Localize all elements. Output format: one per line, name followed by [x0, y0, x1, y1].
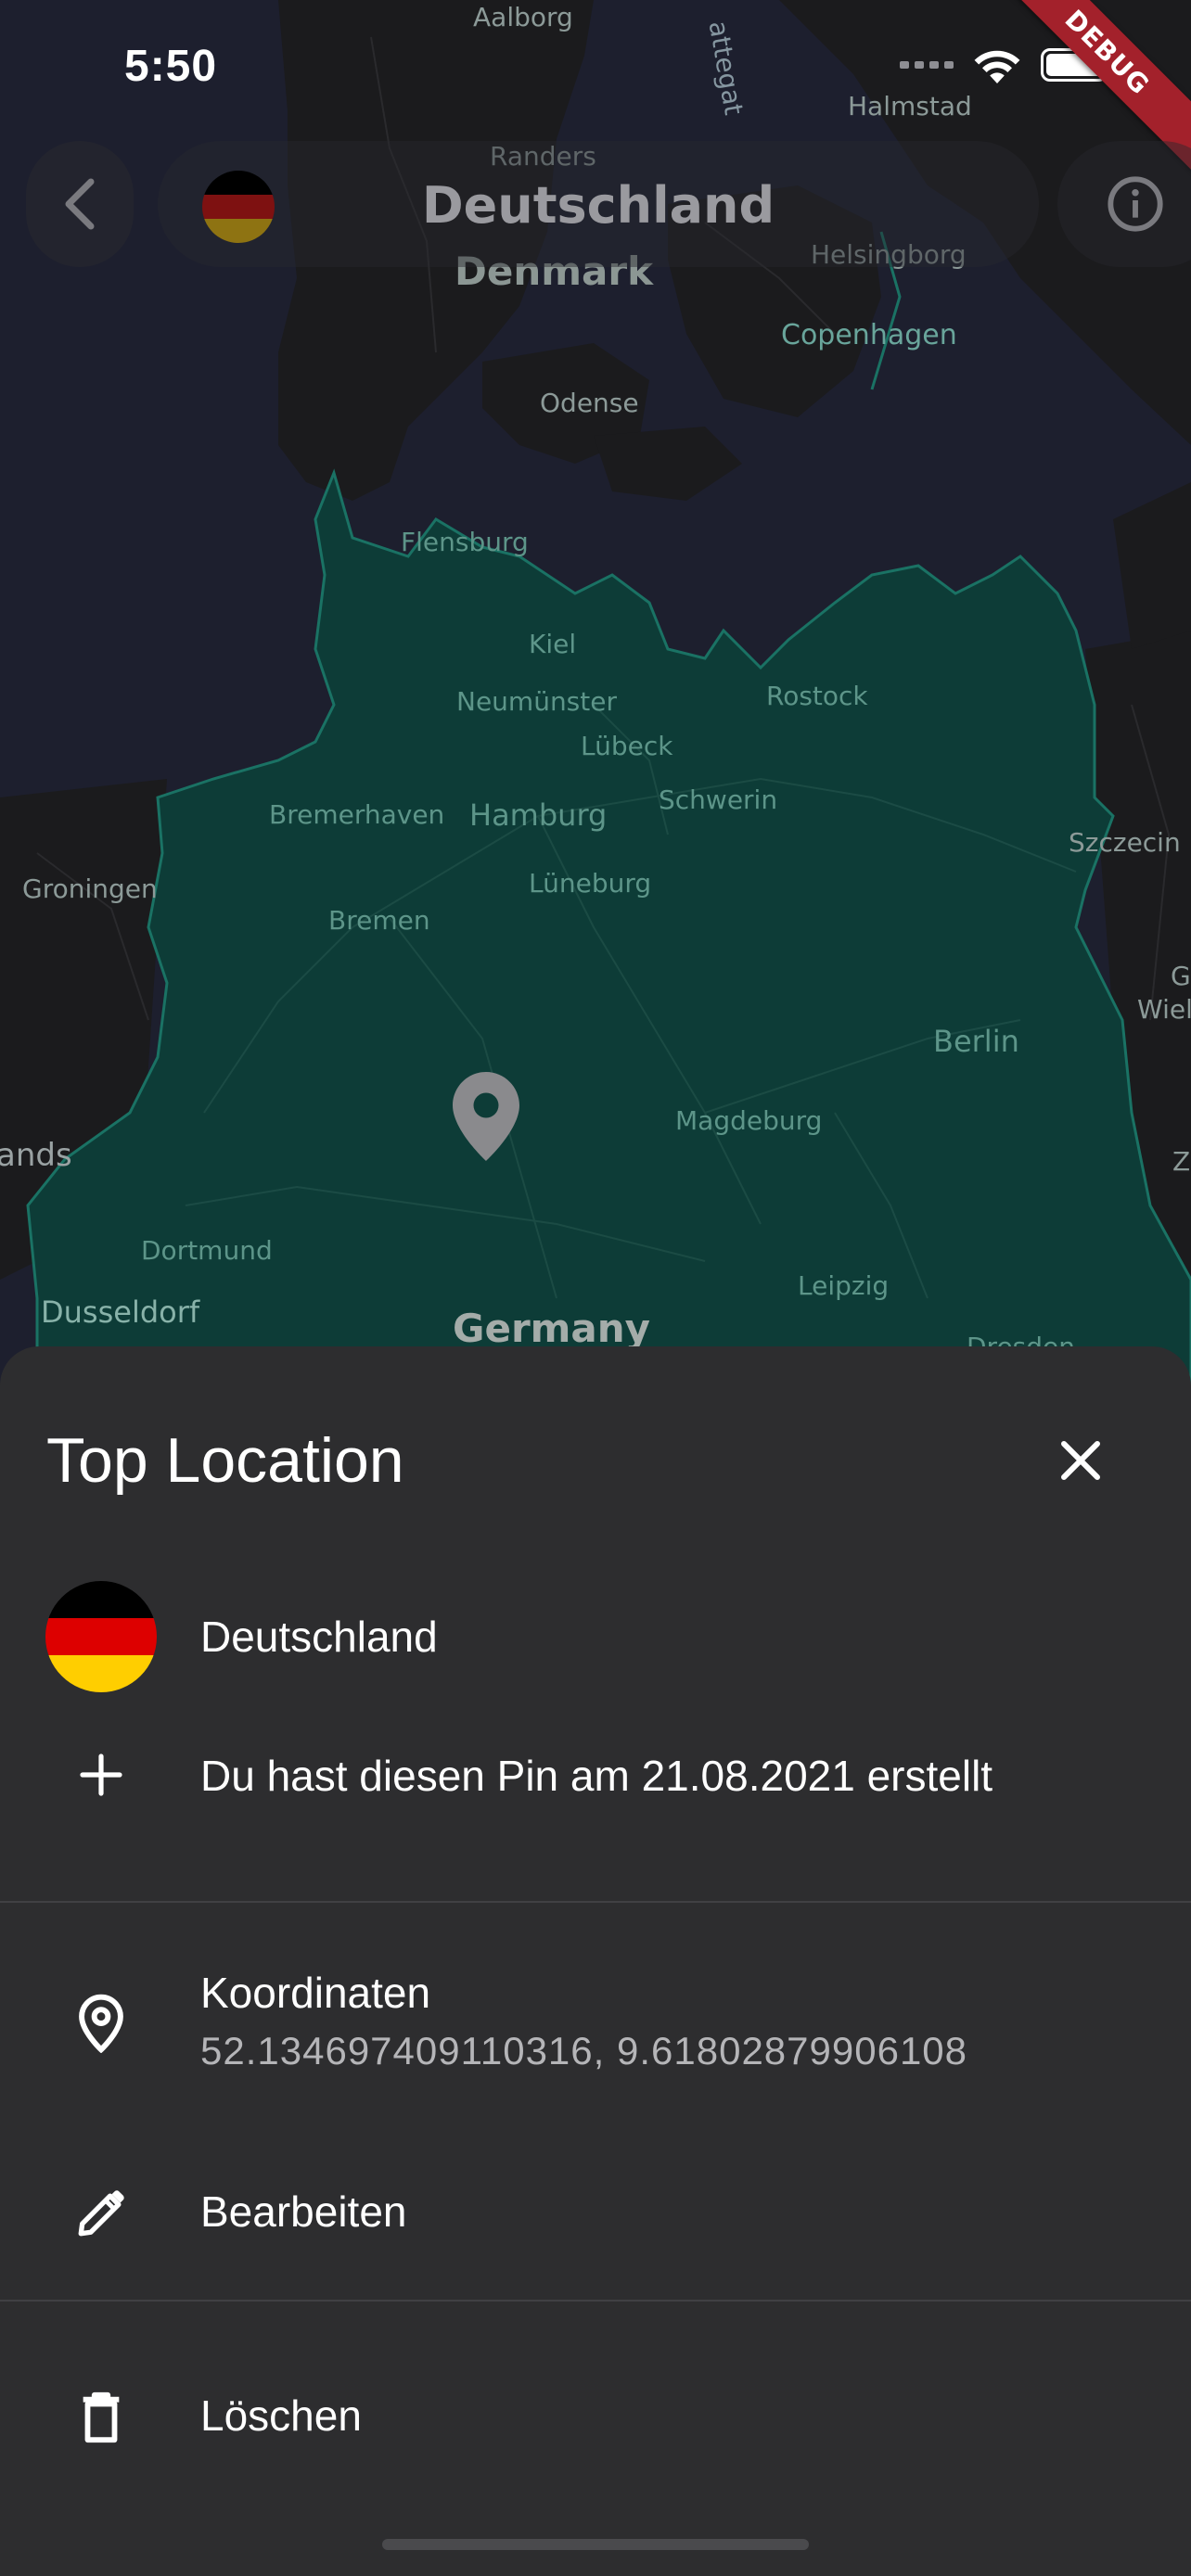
map-label-city: Z	[1172, 1146, 1191, 1177]
map-label-country: ands	[0, 1137, 72, 1174]
page-title: Deutschland	[421, 176, 775, 235]
wifi-icon	[974, 50, 1020, 83]
trash-icon	[83, 2391, 120, 2443]
divider	[0, 1901, 1191, 1903]
map-label-city: Kiel	[529, 629, 577, 659]
home-indicator	[382, 2539, 809, 2550]
map-label-city: Wiel	[1137, 994, 1191, 1025]
cellular-signal-icon	[900, 61, 954, 69]
title-pill: Deutschland	[158, 141, 1039, 267]
coordinates-row[interactable]: Koordinaten 52.134697409110316, 9.618028…	[0, 1958, 1191, 2098]
germany-flag-icon	[45, 1581, 157, 1692]
close-icon	[1061, 1441, 1100, 1480]
map-label-city: Lüneburg	[529, 868, 652, 899]
map-label-city: Berlin	[933, 1024, 1019, 1059]
top-bar: Deutschland	[26, 141, 1191, 271]
map-label-city: Groningen	[22, 874, 158, 904]
delete-row[interactable]: Löschen	[0, 2366, 1191, 2468]
map-label-city: Dortmund	[141, 1235, 273, 1266]
country-row: Deutschland	[0, 1580, 1191, 1701]
status-time: 5:50	[124, 42, 218, 91]
map-label-city: Rostock	[766, 681, 868, 711]
back-button[interactable]	[26, 141, 134, 267]
info-icon	[1108, 176, 1163, 232]
created-text: Du hast diesen Pin am 21.08.2021 erstell…	[200, 1752, 993, 1800]
map-label-city: Bremen	[328, 905, 430, 936]
close-button[interactable]	[1048, 1428, 1113, 1493]
map-label-city: Bremerhaven	[269, 799, 445, 830]
divider	[0, 2300, 1191, 2302]
map-label-city: Copenhagen	[781, 319, 957, 351]
map-label-country: Germany	[453, 1306, 651, 1351]
map-label-city: Dusseldorf	[41, 1294, 200, 1330]
location-pin-icon	[79, 1994, 123, 2053]
map-label-city: Neumünster	[456, 686, 617, 717]
location-bottom-sheet: Top Location Deutschland Du hast diesen …	[0, 1346, 1191, 2576]
map-label-city: Lübeck	[581, 731, 673, 761]
map-label-city: Aalborg	[473, 2, 573, 32]
map-label-city: Odense	[540, 388, 639, 418]
map-label-city: Halmstad	[848, 91, 972, 121]
edit-row[interactable]: Bearbeiten	[0, 2162, 1191, 2264]
map-label-city: Szczecin	[1069, 827, 1181, 858]
map-label-city: Leipzig	[798, 1270, 890, 1301]
map-label-city: Schwerin	[659, 784, 778, 815]
map-label-city: Flensburg	[401, 527, 529, 557]
map-label-city: G	[1171, 961, 1191, 991]
pencil-icon	[78, 2190, 124, 2237]
chevron-left-icon	[65, 178, 95, 230]
edit-label: Bearbeiten	[200, 2187, 407, 2236]
plus-icon	[80, 1753, 122, 1796]
coordinates-label: Koordinaten	[200, 1969, 431, 2017]
info-button[interactable]	[1057, 141, 1191, 267]
map-label-city: Hamburg	[469, 797, 608, 833]
map-label-city: Magdeburg	[675, 1105, 823, 1136]
coordinates-value: 52.134697409110316, 9.61802879906108	[200, 2029, 968, 2072]
map-pin-icon[interactable]	[453, 1071, 519, 1162]
created-row: Du hast diesen Pin am 21.08.2021 erstell…	[0, 1728, 1191, 1830]
delete-label: Löschen	[200, 2391, 362, 2440]
country-name: Deutschland	[200, 1613, 438, 1661]
sheet-title: Top Location	[46, 1425, 404, 1496]
